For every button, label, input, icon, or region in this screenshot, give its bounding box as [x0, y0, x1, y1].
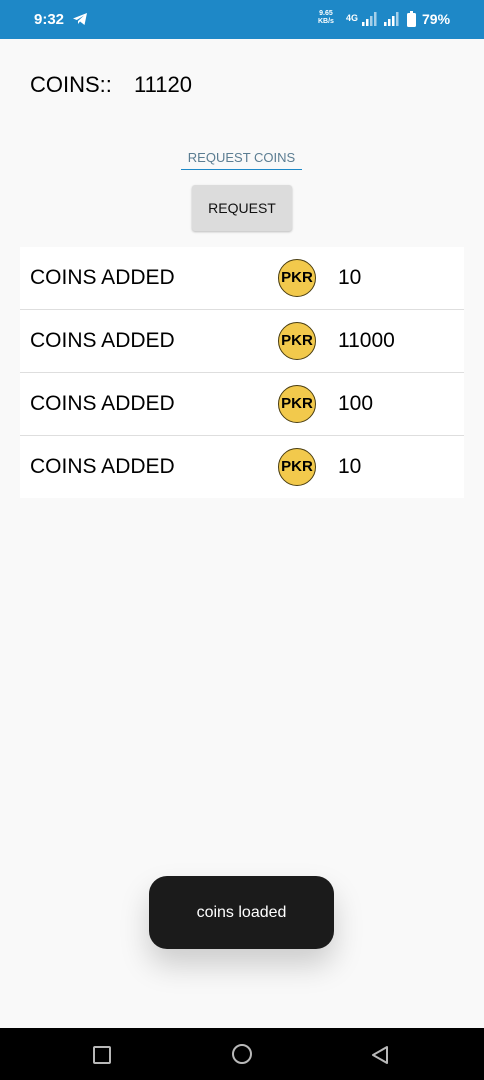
- pkr-coin-icon: PKR: [278, 259, 316, 297]
- list-item: COINS ADDED PKR 10: [20, 247, 464, 310]
- list-item: COINS ADDED PKR 11000: [20, 310, 464, 373]
- list-item-label: COINS ADDED: [30, 455, 175, 478]
- list-item-label: COINS ADDED: [30, 266, 175, 289]
- coin-history-list: COINS ADDED PKR 10 COINS ADDED PKR 11000…: [20, 247, 464, 498]
- network-speed: 9.65 KB/s: [318, 10, 334, 26]
- list-item-amount: 11000: [338, 329, 395, 352]
- toast-message: coins loaded: [149, 876, 334, 949]
- signal-icon: [362, 12, 377, 26]
- list-item: COINS ADDED PKR 100: [20, 373, 464, 436]
- status-time: 9:32: [34, 11, 65, 28]
- list-item-amount: 10: [338, 455, 362, 478]
- battery-percent: 79%: [422, 11, 451, 27]
- pkr-coin-icon: PKR: [278, 448, 316, 486]
- recent-apps-icon[interactable]: [93, 1046, 111, 1064]
- pkr-coin-icon: PKR: [278, 385, 316, 423]
- list-item-amount: 100: [338, 392, 374, 415]
- telegram-icon: [73, 13, 87, 25]
- battery-icon: [407, 11, 416, 27]
- home-icon[interactable]: [232, 1044, 252, 1064]
- back-icon[interactable]: [370, 1045, 390, 1065]
- list-item-amount: 10: [338, 266, 362, 289]
- network-type: 4G: [346, 13, 359, 23]
- network-speed-value: 9.65: [319, 10, 333, 17]
- navigation-bar: [0, 1028, 484, 1080]
- network-speed-unit: KB/s: [318, 18, 334, 25]
- request-coins-field[interactable]: REQUEST COINS: [181, 148, 302, 170]
- coin-balance: COINS:: 11120: [30, 72, 192, 98]
- signal-icon: [384, 12, 399, 26]
- list-item: COINS ADDED PKR 10: [20, 436, 464, 498]
- coin-balance-value: 11120: [134, 72, 192, 97]
- pkr-coin-icon: PKR: [278, 322, 316, 360]
- request-button[interactable]: REQUEST: [192, 185, 292, 231]
- status-bar: 9:32 9.65 KB/s 4G 79%: [0, 0, 484, 39]
- list-item-label: COINS ADDED: [30, 392, 175, 415]
- coin-balance-label: COINS::: [30, 72, 112, 97]
- list-item-label: COINS ADDED: [30, 329, 175, 352]
